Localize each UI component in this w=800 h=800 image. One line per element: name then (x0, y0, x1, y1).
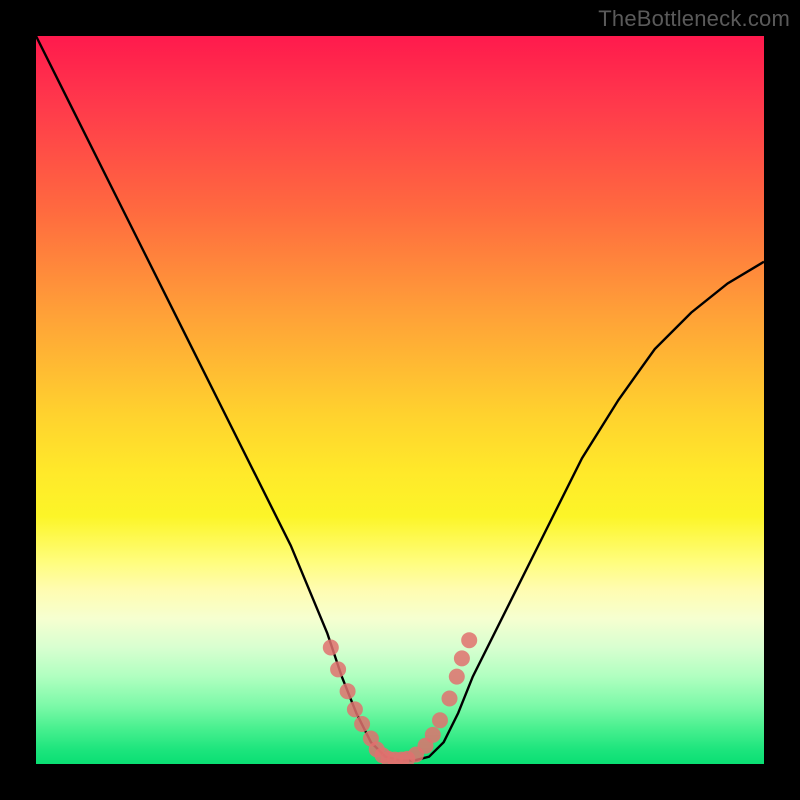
chart-frame: TheBottleneck.com (0, 0, 800, 800)
bottleneck-curve (36, 36, 764, 760)
curve-svg (36, 36, 764, 764)
highlight-dot (454, 650, 470, 666)
highlight-dot (347, 701, 363, 717)
highlight-dot (461, 632, 477, 648)
highlight-dot (449, 669, 465, 685)
highlight-dot (425, 727, 441, 743)
highlight-dot (354, 716, 370, 732)
highlight-dot (340, 683, 356, 699)
highlight-dot (330, 661, 346, 677)
highlight-dot (432, 712, 448, 728)
highlight-dots-group (323, 632, 477, 764)
highlight-dot (442, 691, 458, 707)
watermark-text: TheBottleneck.com (598, 6, 790, 32)
plot-area (36, 36, 764, 764)
highlight-dot (323, 640, 339, 656)
